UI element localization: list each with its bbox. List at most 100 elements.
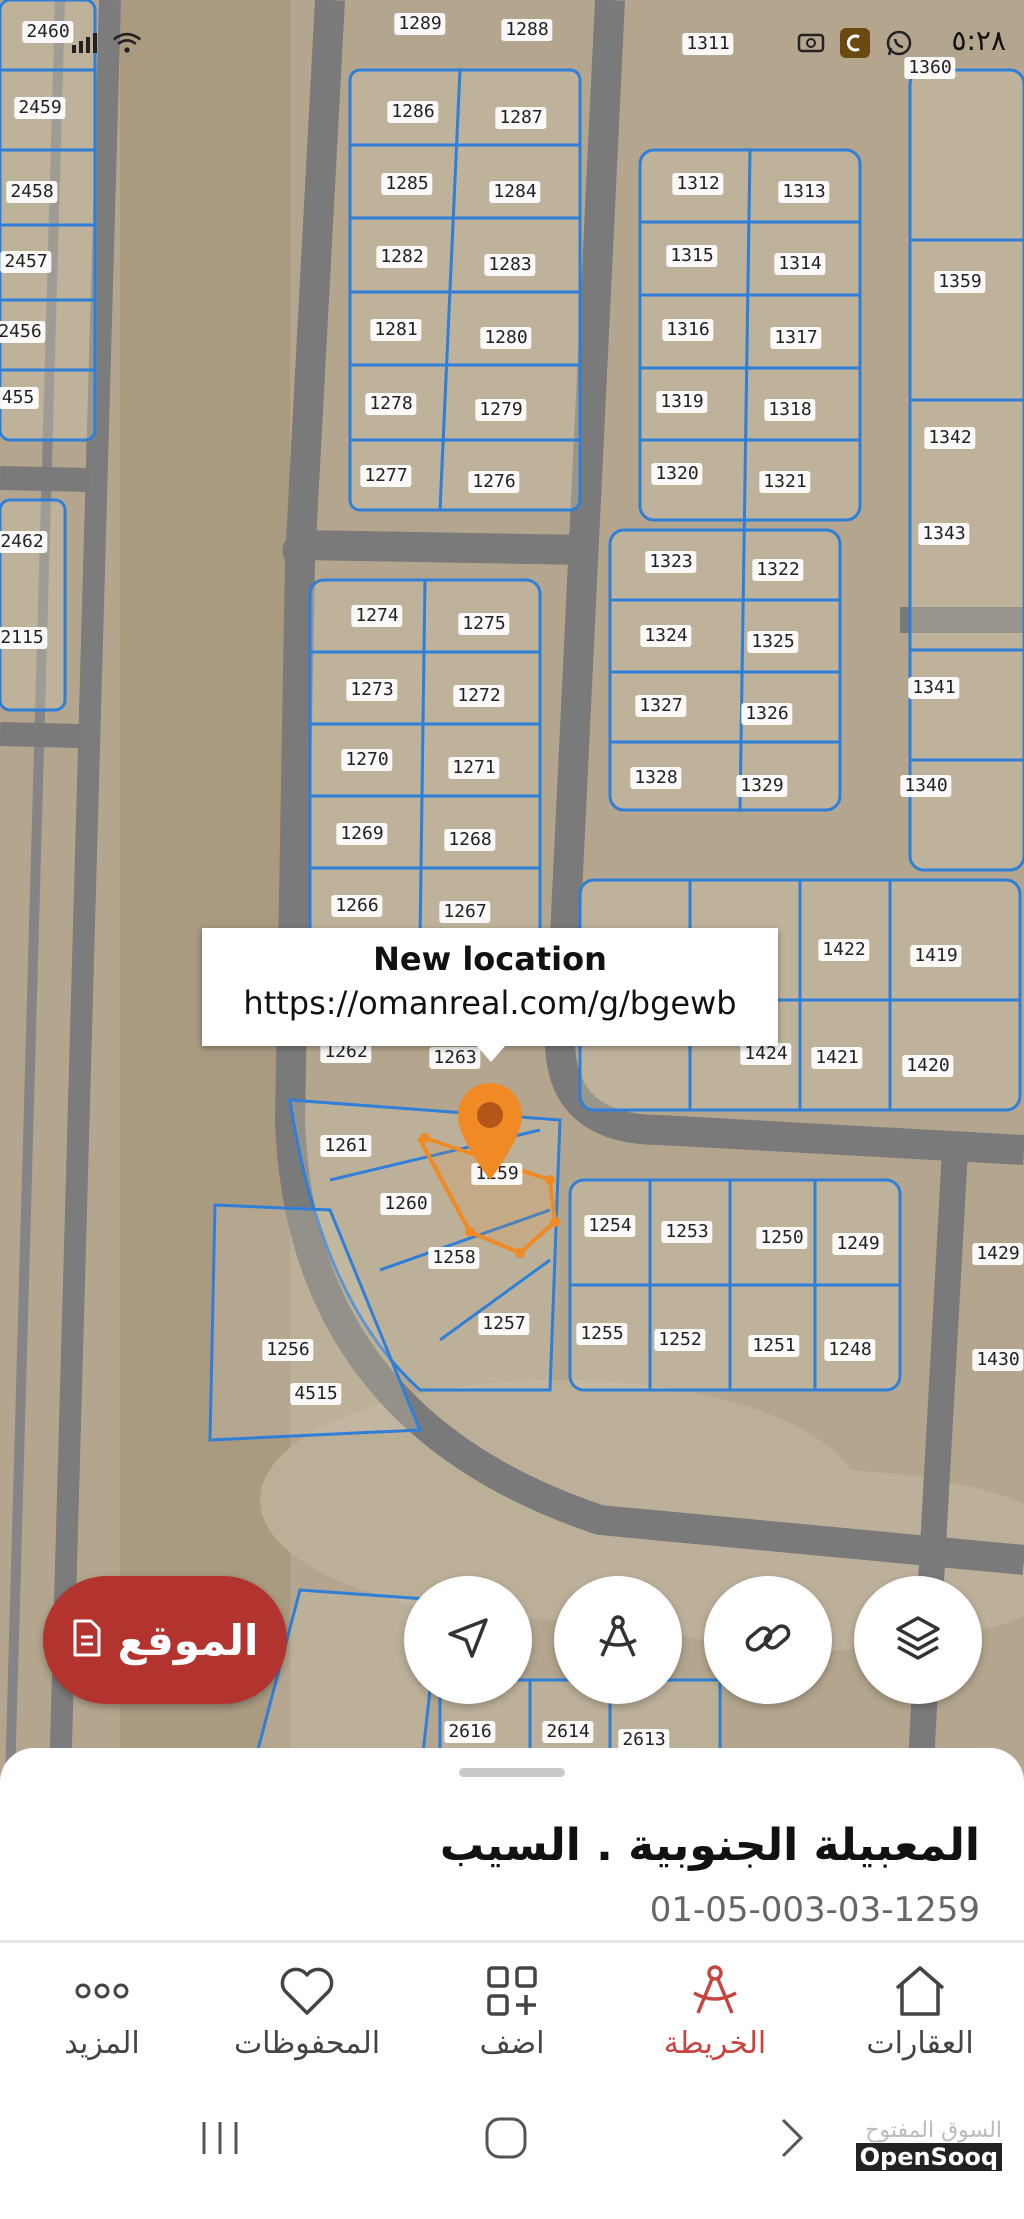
plot-label[interactable]: 1269 bbox=[336, 823, 388, 845]
share-link-button[interactable] bbox=[704, 1576, 832, 1704]
plot-label[interactable]: 1275 bbox=[458, 613, 510, 635]
measure-button[interactable] bbox=[554, 1576, 682, 1704]
plot-label[interactable]: 1421 bbox=[811, 1047, 863, 1069]
recent-apps-button[interactable] bbox=[180, 2110, 260, 2170]
plot-label[interactable]: 1260 bbox=[380, 1193, 432, 1215]
plot-label[interactable]: 2458 bbox=[6, 181, 58, 203]
plot-label[interactable]: 1258 bbox=[428, 1247, 480, 1269]
my-location-button[interactable] bbox=[404, 1576, 532, 1704]
back-button[interactable] bbox=[752, 2110, 832, 2170]
plot-label[interactable]: 1424 bbox=[740, 1043, 792, 1065]
location-pin-icon[interactable] bbox=[450, 1075, 530, 1185]
plot-label[interactable]: 1284 bbox=[489, 181, 541, 203]
plot-label[interactable]: 1343 bbox=[918, 523, 970, 545]
plot-label[interactable]: 1327 bbox=[635, 695, 687, 717]
plot-label[interactable]: 1283 bbox=[484, 254, 536, 276]
plot-label[interactable]: 1359 bbox=[934, 271, 986, 293]
plot-label[interactable]: 1272 bbox=[453, 685, 505, 707]
plot-label[interactable]: 1267 bbox=[439, 901, 491, 923]
plot-label[interactable]: 1321 bbox=[759, 471, 811, 493]
plot-label[interactable]: 1279 bbox=[475, 399, 527, 421]
plot-label[interactable]: 1286 bbox=[387, 101, 439, 123]
plot-label[interactable]: 1317 bbox=[770, 327, 822, 349]
plot-label[interactable]: 2614 bbox=[542, 1721, 594, 1743]
plot-label[interactable]: 2457 bbox=[0, 251, 52, 273]
plot-label[interactable]: 1315 bbox=[666, 245, 718, 267]
plot-label[interactable]: 1325 bbox=[747, 631, 799, 653]
sheet-drag-handle[interactable] bbox=[459, 1768, 565, 1777]
plot-label[interactable]: 1251 bbox=[748, 1335, 800, 1357]
plot-label[interactable]: 1316 bbox=[662, 319, 714, 341]
plot-label[interactable]: 1254 bbox=[584, 1215, 636, 1237]
home-icon bbox=[835, 1962, 1005, 2020]
plot-label[interactable]: 1319 bbox=[656, 391, 708, 413]
plot-label[interactable]: 2462 bbox=[0, 531, 48, 553]
plot-label[interactable]: 1278 bbox=[365, 393, 417, 415]
add-grid-icon bbox=[427, 1962, 597, 2020]
plot-label[interactable]: 1270 bbox=[341, 749, 393, 771]
plot-label[interactable]: 1280 bbox=[480, 327, 532, 349]
plot-label[interactable]: 1253 bbox=[661, 1221, 713, 1243]
map-view[interactable]: 2460 2459 2458 2457 2456 455 2462 2115 1289 1288 1… bbox=[0, 0, 1024, 1780]
plot-label[interactable]: 1340 bbox=[900, 775, 952, 797]
plot-label[interactable]: 1273 bbox=[346, 679, 398, 701]
nav-saved[interactable]: المحفوظات bbox=[222, 1962, 392, 2072]
plot-label[interactable]: 1323 bbox=[645, 551, 697, 573]
plot-label[interactable]: 2459 bbox=[14, 97, 66, 119]
plot-label[interactable]: 1287 bbox=[495, 107, 547, 129]
plot-label[interactable]: 1281 bbox=[370, 319, 422, 341]
plot-label[interactable]: 2456 bbox=[0, 321, 46, 343]
plot-label[interactable]: 1318 bbox=[764, 399, 816, 421]
plot-label[interactable]: 1268 bbox=[444, 829, 496, 851]
plot-label[interactable]: 2115 bbox=[0, 627, 48, 649]
plot-label[interactable]: 1256 bbox=[262, 1339, 314, 1361]
plot-label[interactable]: 1277 bbox=[360, 465, 412, 487]
plot-label[interactable]: 1261 bbox=[320, 1135, 372, 1157]
plot-label[interactable]: 1250 bbox=[756, 1227, 808, 1249]
plot-label[interactable]: 1430 bbox=[972, 1349, 1024, 1371]
whatsapp-icon bbox=[884, 28, 914, 58]
plot-label[interactable]: 1257 bbox=[478, 1313, 530, 1335]
plot-label[interactable]: 455 bbox=[0, 387, 39, 409]
plot-label[interactable]: 1313 bbox=[778, 181, 830, 203]
plot-label[interactable]: 1252 bbox=[654, 1329, 706, 1351]
plot-label[interactable]: 1329 bbox=[736, 775, 788, 797]
nav-properties[interactable]: العقارات bbox=[835, 1962, 1005, 2072]
plot-label[interactable]: 1271 bbox=[448, 757, 500, 779]
plot-label[interactable]: 1342 bbox=[924, 427, 976, 449]
plot-label[interactable]: 1249 bbox=[832, 1233, 884, 1255]
popup-url[interactable]: https://omanreal.com/g/bgewb bbox=[202, 984, 778, 1022]
plot-label[interactable]: 1320 bbox=[651, 463, 703, 485]
plot-label[interactable]: 1285 bbox=[381, 173, 433, 195]
plot-label[interactable]: 1429 bbox=[972, 1243, 1024, 1265]
plot-label[interactable]: 1341 bbox=[908, 677, 960, 699]
plot-label[interactable]: 1255 bbox=[576, 1323, 628, 1345]
nav-map[interactable]: الخريطة bbox=[630, 1962, 800, 2072]
plot-label[interactable]: 1322 bbox=[752, 559, 804, 581]
nav-add[interactable]: اضف bbox=[427, 1962, 597, 2072]
watermark-brand: OpenSooq bbox=[855, 2143, 1002, 2171]
plot-label[interactable]: 1312 bbox=[672, 173, 724, 195]
plot-label[interactable]: 4515 bbox=[290, 1383, 342, 1405]
nav-properties-label: العقارات bbox=[866, 2026, 974, 2061]
layers-button[interactable] bbox=[854, 1576, 982, 1704]
plot-label[interactable]: 1282 bbox=[376, 246, 428, 268]
plot-label[interactable]: 1328 bbox=[630, 767, 682, 789]
plot-label[interactable]: 1419 bbox=[910, 945, 962, 967]
plot-label[interactable]: 1276 bbox=[468, 471, 520, 493]
plot-label[interactable]: 2616 bbox=[444, 1721, 496, 1743]
plot-label[interactable]: 1422 bbox=[818, 939, 870, 961]
location-button[interactable]: الموقع bbox=[43, 1576, 287, 1704]
plot-label[interactable]: 1248 bbox=[824, 1339, 876, 1361]
plot-label[interactable]: 1326 bbox=[741, 703, 793, 725]
plot-label[interactable]: 1266 bbox=[331, 895, 383, 917]
plot-label[interactable]: 1324 bbox=[640, 625, 692, 647]
home-button[interactable] bbox=[466, 2110, 546, 2170]
plot-label[interactable]: 1420 bbox=[902, 1055, 954, 1077]
status-left-icons bbox=[70, 28, 142, 58]
plot-label[interactable]: 1314 bbox=[774, 253, 826, 275]
location-popup[interactable]: New location https://omanreal.com/g/bgew… bbox=[202, 928, 778, 1062]
plot-label[interactable]: 1274 bbox=[351, 605, 403, 627]
nav-more[interactable]: المزيد bbox=[17, 1962, 187, 2072]
plot-label[interactable]: 1263 bbox=[429, 1047, 481, 1069]
